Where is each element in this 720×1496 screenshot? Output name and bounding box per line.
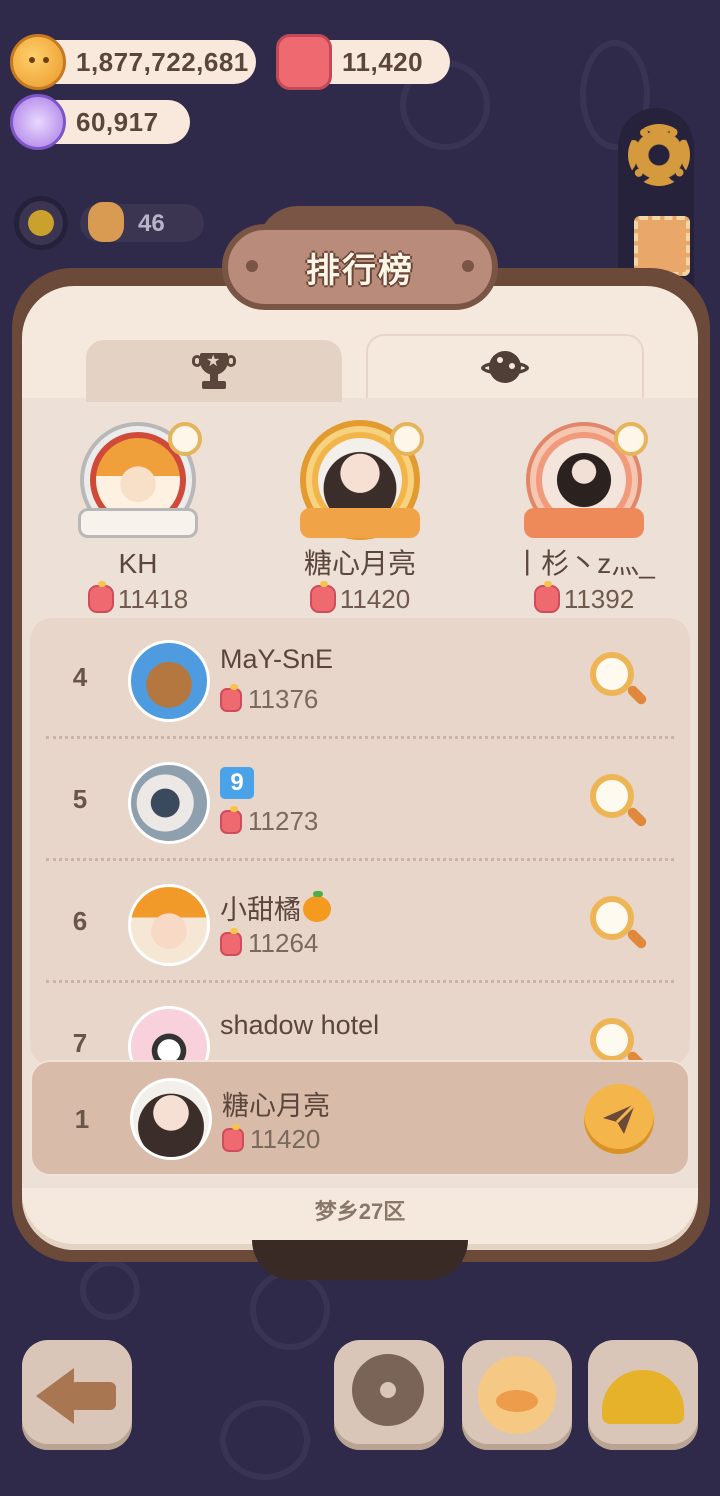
plate-rivet (462, 260, 474, 272)
magnifier-icon[interactable] (168, 422, 202, 456)
ranking-row[interactable]: 5 9 11273 (30, 740, 690, 862)
magnifier-icon[interactable] (586, 1016, 649, 1066)
player-score: 11418 (38, 581, 238, 616)
avatar (128, 640, 210, 722)
plate-rivet (246, 260, 258, 272)
stamp-icon[interactable] (634, 216, 690, 276)
server-name: 梦乡27区 (314, 1199, 406, 1224)
magnifier-icon[interactable] (586, 650, 649, 712)
film-button[interactable] (334, 1340, 444, 1450)
player-score: 11273 (220, 805, 318, 837)
player-name: 9 (220, 766, 254, 799)
hat-button[interactable] (588, 1340, 698, 1450)
magnifier-icon[interactable] (586, 894, 649, 956)
jelly-amount: 11,420 (342, 46, 424, 77)
player-name: shadow hotel (220, 1010, 380, 1040)
film-reel-icon (352, 1354, 424, 1426)
ribbon (78, 508, 198, 538)
background-doodle (250, 1270, 330, 1350)
avatar (130, 1078, 212, 1160)
avatar (128, 762, 210, 844)
gingerbread-icon (88, 202, 124, 242)
rank-number: 7 (72, 1028, 88, 1058)
candy-counter[interactable]: 60,917 (10, 94, 190, 150)
ranking-row[interactable]: 6 小甜橘 11264 (30, 862, 690, 984)
player-score: 11264 (220, 927, 318, 959)
tab-trophy[interactable] (86, 340, 342, 402)
title-plate: 排行榜 (222, 224, 498, 310)
sun-icon[interactable] (14, 196, 68, 250)
magnifier-icon[interactable] (586, 772, 649, 834)
coin-amount: 1,877,722,681 (76, 46, 249, 77)
jelly-icon (220, 927, 242, 956)
player-score: 11392 (484, 581, 684, 616)
paper-plane-icon (603, 1102, 637, 1134)
ranking-row[interactable]: 7 shadow hotel (30, 984, 690, 1066)
candy-amount: 60,917 (76, 106, 159, 137)
magnifier-icon[interactable] (390, 422, 424, 456)
jelly-icon (87, 581, 114, 613)
rank-number: 6 (72, 906, 88, 936)
jelly-icon (533, 581, 560, 613)
podium-third-place[interactable]: 丨杉丶z灬_ 11392 (484, 416, 684, 616)
planet-icon (481, 347, 529, 387)
rank-number: 1 (74, 1104, 90, 1134)
hard-hat-icon (602, 1370, 684, 1424)
player-name: 糖心月亮 (222, 1091, 330, 1121)
gear-icon[interactable] (628, 124, 690, 186)
coin-counter[interactable]: 1,877,722,681 (10, 34, 256, 90)
avatar (128, 1006, 210, 1066)
ranking-row[interactable]: 4 MaY-SnE 11376 (30, 618, 690, 740)
ranking-list[interactable]: 4 MaY-SnE 11376 5 9 11273 6 小甜橘 11264 7 (30, 618, 690, 1066)
duck-button[interactable] (462, 1340, 572, 1450)
jelly-icon (220, 683, 242, 712)
player-score: 11420 (222, 1123, 320, 1155)
keycap-nine-emoji: 9 (220, 767, 254, 799)
avatar-frame-gold (296, 416, 424, 544)
board-foot (252, 1240, 468, 1280)
avatar (128, 884, 210, 966)
cookie-coin-icon (10, 34, 66, 90)
jelly-counter[interactable]: 11,420 (276, 34, 450, 90)
player-score: 11420 (260, 581, 460, 616)
level-count: 46 (138, 210, 165, 237)
back-arrow-icon (36, 1368, 74, 1424)
player-name: MaY-SnE (220, 644, 334, 674)
player-name: 小甜橘 (220, 888, 331, 927)
podium-first-place[interactable]: 糖心月亮 11420 (260, 416, 460, 616)
share-button[interactable] (584, 1084, 654, 1154)
trophy-icon (192, 351, 236, 391)
jelly-icon (222, 1123, 244, 1152)
background-doodle (220, 1400, 310, 1480)
back-button[interactable] (22, 1340, 132, 1450)
jelly-icon (309, 581, 336, 613)
my-ranking-row[interactable]: 1 糖心月亮 11420 (30, 1060, 690, 1176)
rank-number: 5 (72, 784, 88, 814)
magnifier-icon[interactable] (614, 422, 648, 456)
rank-number: 4 (72, 662, 88, 692)
player-name: KH (118, 548, 158, 579)
candy-gem-icon (10, 94, 66, 150)
avatar-frame-bronze (520, 416, 648, 544)
ribbon (524, 508, 644, 538)
jelly-icon (276, 34, 332, 90)
jelly-icon (220, 805, 242, 834)
background-doodle (80, 1260, 140, 1320)
player-score: 11376 (220, 683, 318, 715)
ribbon (300, 508, 420, 538)
podium-second-place[interactable]: KH 11418 (38, 416, 238, 616)
avatar-frame-silver (74, 416, 202, 544)
tab-planet[interactable] (366, 334, 644, 398)
player-name: 丨杉丶z灬_ (513, 548, 655, 579)
page-title: 排行榜 (306, 251, 414, 290)
player-name: 糖心月亮 (303, 548, 416, 579)
level-indicator[interactable]: 46 (80, 202, 204, 242)
orange-emoji-icon (303, 891, 331, 922)
